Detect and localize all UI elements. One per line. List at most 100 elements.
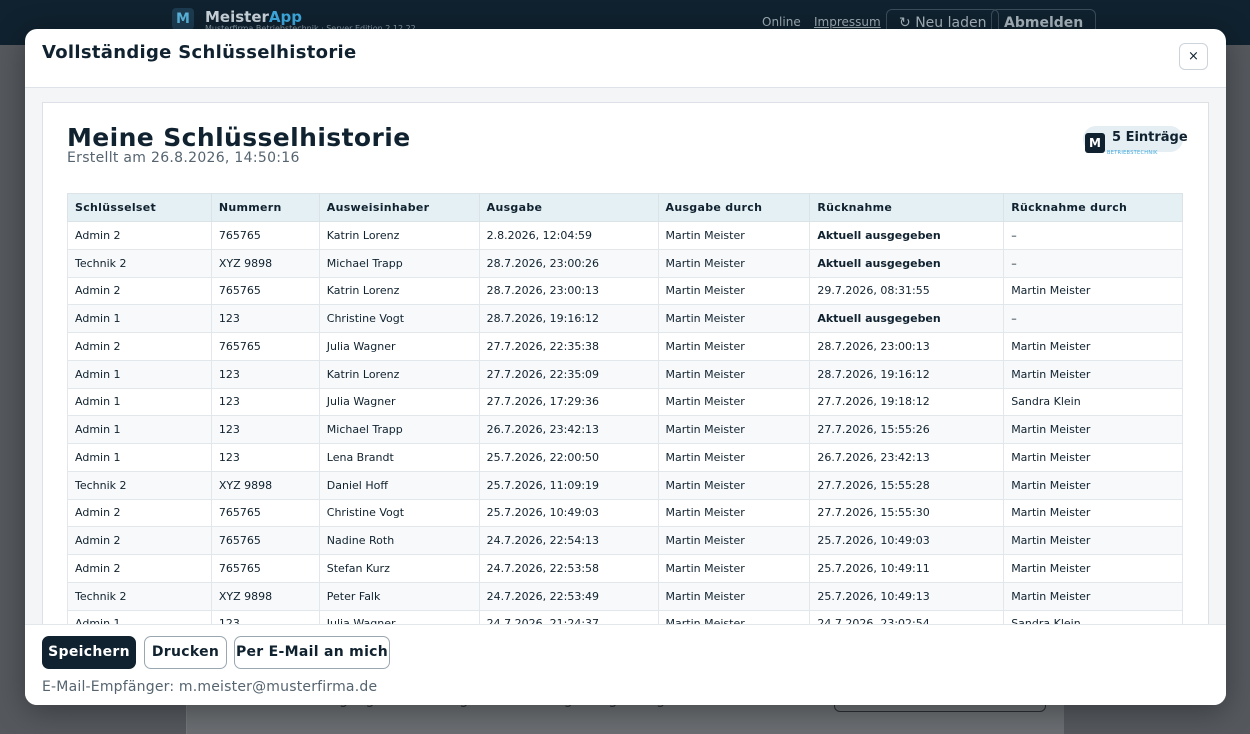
- table-cell: 24.7.2026, 23:02:54: [809, 609, 1005, 624]
- table-cell: 765765: [210, 526, 320, 555]
- table-row: Admin 2 765765 Nadine Roth 24.7.2026, 22:54…: [67, 526, 1183, 555]
- close-button[interactable]: ×: [1179, 43, 1208, 70]
- history-modal: Vollständige Schlüsselhistorie × Meine S…: [25, 29, 1226, 705]
- table-cell: Martin Meister: [657, 276, 811, 306]
- table-cell: Christine Vogt: [318, 498, 480, 528]
- table-row: Admin 2 765765 Julia Wagner 27.7.2026, 22:3…: [67, 332, 1183, 361]
- table-cell: 26.7.2026, 23:42:13: [809, 443, 1005, 472]
- modal-body[interactable]: Meine Schlüsselhistorie Erstellt am 26.8…: [25, 88, 1226, 624]
- table-row: Admin 2 765765 Christine Vogt 25.7.2026, 10…: [67, 498, 1183, 528]
- table-cell: Martin Meister: [657, 415, 811, 444]
- table-cell: 123: [210, 415, 320, 444]
- table-cell: 25.7.2026, 11:09:19: [478, 470, 659, 500]
- table-cell: Admin 2: [67, 221, 212, 250]
- print-button[interactable]: Drucken: [144, 636, 227, 669]
- impressum-link[interactable]: Impressum: [814, 15, 881, 29]
- table-cell: 28.7.2026, 23:00:26: [478, 248, 659, 278]
- table-cell: Admin 1: [67, 359, 212, 389]
- table-cell: Michael Trapp: [318, 248, 480, 278]
- table-cell: 2.8.2026, 12:04:59: [478, 221, 659, 250]
- table-cell: Martin Meister: [1003, 359, 1183, 389]
- table-header-row: Schlüsselset Nummern Ausweisinhaber Ausgabe…: [67, 193, 1183, 222]
- table-cell: 27.7.2026, 22:35:38: [478, 332, 659, 361]
- table-cell: Admin 1: [67, 387, 212, 417]
- save-button[interactable]: Speichern: [42, 636, 136, 669]
- table-row: Admin 1 123 Lena Brandt 25.7.2026, 22:00:50…: [67, 443, 1183, 472]
- table-cell: XYZ 9898: [210, 581, 320, 611]
- table-cell: Aktuell ausgegeben: [809, 248, 1005, 278]
- email-button[interactable]: Per E-Mail an mich: [234, 636, 390, 669]
- modal-footer: Speichern Drucken Per E-Mail an mich E-M…: [25, 624, 1226, 705]
- badge-count: 5 Einträge: [1112, 130, 1188, 145]
- table-cell: Katrin Lorenz: [318, 276, 480, 306]
- column-header: Rücknahme: [809, 193, 1005, 222]
- column-header: Schlüsselset: [67, 193, 212, 222]
- close-icon: ×: [1188, 49, 1199, 64]
- table-cell: 27.7.2026, 17:29:36: [478, 387, 659, 417]
- table-cell: 765765: [210, 332, 320, 361]
- table-cell: Sandra Klein: [1003, 387, 1183, 417]
- table-cell: Katrin Lorenz: [318, 221, 480, 250]
- table-cell: 123: [210, 387, 320, 417]
- column-header: Ausgabe: [478, 193, 659, 222]
- table-cell: 26.7.2026, 23:42:13: [478, 415, 659, 444]
- table-cell: Nadine Roth: [318, 526, 480, 555]
- table-cell: 765765: [210, 221, 320, 250]
- table-cell: 27.7.2026, 15:55:28: [809, 470, 1005, 500]
- table-cell: 28.7.2026, 23:00:13: [809, 332, 1005, 361]
- table-cell: Admin 1: [67, 609, 212, 624]
- table-cell: Martin Meister: [657, 387, 811, 417]
- table-cell: Martin Meister: [1003, 276, 1183, 306]
- table-cell: Peter Falk: [318, 581, 480, 611]
- table-cell: Technik 2: [67, 581, 212, 611]
- entries-badge: M 5 Einträge BETRIEBSTECHNIK: [1083, 126, 1188, 156]
- table-cell: 24.7.2026, 22:53:58: [478, 554, 659, 583]
- table-cell: 123: [210, 359, 320, 389]
- history-document: Meine Schlüsselhistorie Erstellt am 26.8…: [42, 102, 1209, 624]
- table-cell: Martin Meister: [657, 304, 811, 333]
- table-cell: Martin Meister: [657, 526, 811, 555]
- table-cell: Sandra Klein: [1003, 609, 1183, 624]
- table-cell: Martin Meister: [657, 443, 811, 472]
- table-cell: Admin 1: [67, 304, 212, 333]
- table-cell: Martin Meister: [657, 248, 811, 278]
- table-row: Admin 1 123 Christine Vogt 28.7.2026, 19:16…: [67, 304, 1183, 333]
- table-row: Admin 1 123 Katrin Lorenz 27.7.2026, 22:35:…: [67, 359, 1183, 389]
- table-row: Admin 1 123 Michael Trapp 26.7.2026, 23:42:…: [67, 415, 1183, 444]
- table-cell: Technik 2: [67, 248, 212, 278]
- table-cell: 24.7.2026, 22:54:13: [478, 526, 659, 555]
- table-cell: 28.7.2026, 23:00:13: [478, 276, 659, 306]
- table-cell: 28.7.2026, 19:16:12: [809, 359, 1005, 389]
- table-cell: –: [1003, 304, 1183, 333]
- table-cell: Admin 2: [67, 526, 212, 555]
- column-header: Ausweisinhaber: [318, 193, 480, 222]
- badge-logo-icon: M: [1085, 133, 1105, 153]
- table-cell: Lena Brandt: [318, 443, 480, 472]
- table-cell: 25.7.2026, 10:49:13: [809, 581, 1005, 611]
- table-cell: 765765: [210, 554, 320, 583]
- table-body: Admin 2 765765 Katrin Lorenz 2.8.2026, 12:0…: [67, 221, 1183, 624]
- table-cell: Martin Meister: [657, 581, 811, 611]
- table-cell: Martin Meister: [1003, 526, 1183, 555]
- table-cell: 27.7.2026, 15:55:30: [809, 498, 1005, 528]
- table-cell: 25.7.2026, 10:49:03: [478, 498, 659, 528]
- table-cell: 24.7.2026, 21:24:37: [478, 609, 659, 624]
- table-cell: 25.7.2026, 10:49:03: [809, 526, 1005, 555]
- table-cell: Aktuell ausgegeben: [809, 304, 1005, 333]
- document-created: Erstellt am 26.8.2026, 14:50:16: [67, 150, 300, 166]
- table-cell: Martin Meister: [1003, 470, 1183, 500]
- table-cell: Technik 2: [67, 470, 212, 500]
- table-cell: 27.7.2026, 19:18:12: [809, 387, 1005, 417]
- table-cell: –: [1003, 248, 1183, 278]
- table-cell: Martin Meister: [657, 554, 811, 583]
- modal-title: Vollständige Schlüsselhistorie: [42, 42, 357, 63]
- column-header: Rücknahme durch: [1003, 193, 1183, 222]
- table-cell: Martin Meister: [657, 470, 811, 500]
- table-row: Admin 2 765765 Katrin Lorenz 28.7.2026, 23:…: [67, 276, 1183, 306]
- table-cell: Martin Meister: [657, 609, 811, 624]
- column-header: Nummern: [210, 193, 320, 222]
- history-table: Schlüsselset Nummern Ausweisinhaber Ausgabe…: [67, 193, 1183, 624]
- table-cell: Stefan Kurz: [318, 554, 480, 583]
- table-cell: 765765: [210, 498, 320, 528]
- table-row: Technik 2 XYZ 9898 Michael Trapp 28.7.2026,…: [67, 248, 1183, 278]
